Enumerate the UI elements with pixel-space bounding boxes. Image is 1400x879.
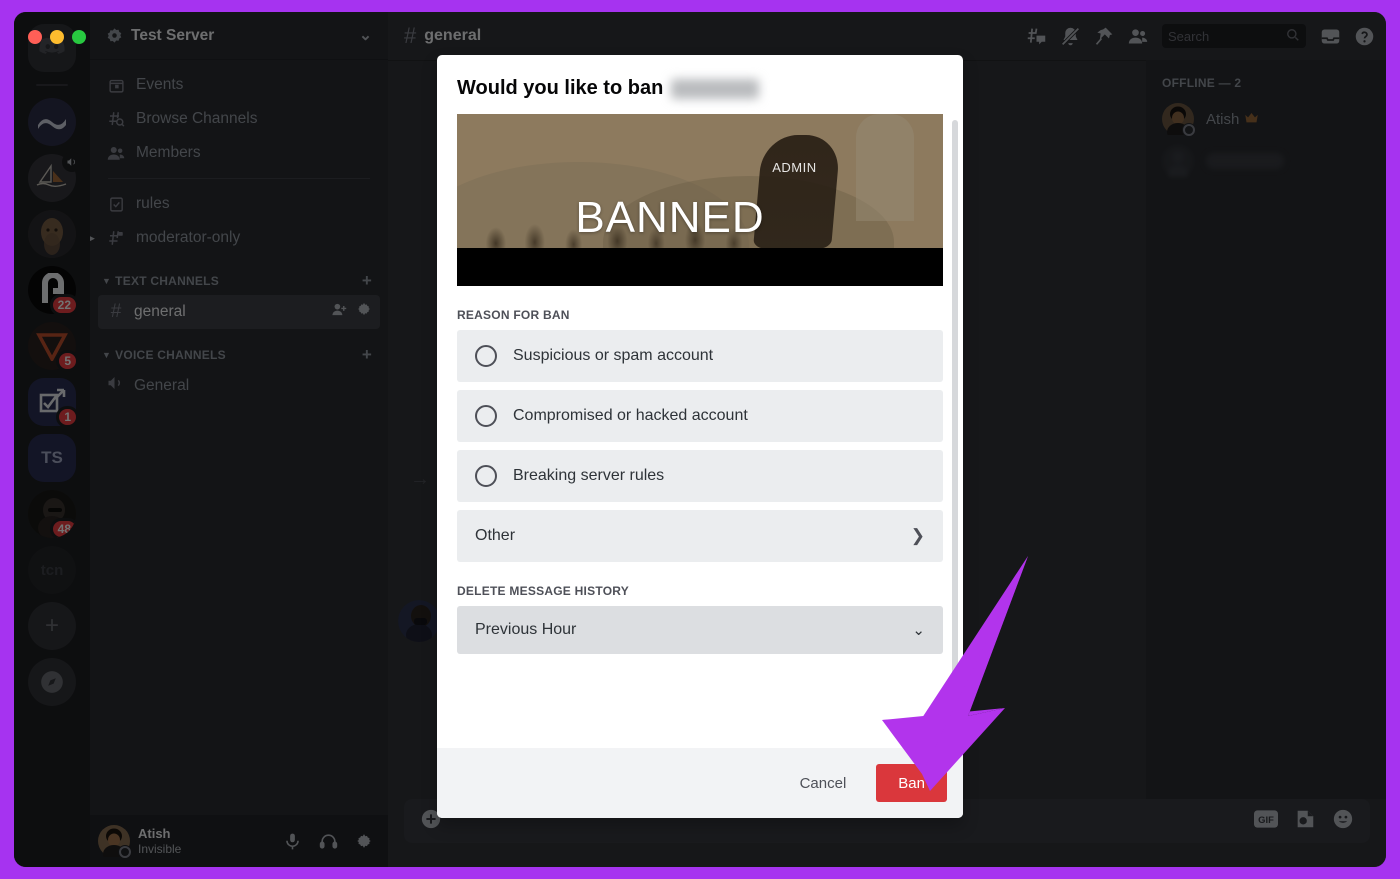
modal-title-text: Would you like to ban [457, 77, 664, 99]
delete-history-value: Previous Hour [475, 621, 577, 638]
delete-history-select[interactable]: Previous Hour ⌄ [457, 606, 943, 654]
modal-scrollbar[interactable] [952, 120, 958, 680]
ban-button[interactable]: Ban [876, 764, 947, 802]
reason-label: Suspicious or spam account [513, 347, 714, 364]
radio-icon[interactable] [475, 405, 497, 427]
reason-label: Breaking server rules [513, 467, 665, 484]
radio-icon[interactable] [475, 465, 497, 487]
banner-admin-label: ADMIN [772, 160, 817, 176]
modal-title: Would you like to ban [437, 55, 963, 114]
banner-banned-text: BANNED [575, 193, 765, 243]
delete-history-label: DELETE MESSAGE HISTORY [457, 584, 629, 598]
radio-icon[interactable] [475, 345, 497, 367]
ban-user-modal: Would you like to ban ADMIN BANNED REASO… [437, 55, 963, 818]
maximize-button[interactable] [72, 30, 86, 44]
chevron-right-icon: ❯ [910, 526, 925, 545]
modal-footer: Cancel Ban [437, 748, 963, 818]
reason-option-other[interactable]: Other ❯ [457, 510, 943, 562]
reason-option-breaking-rules[interactable]: Breaking server rules [457, 450, 943, 502]
modal-body: ADMIN BANNED REASON FOR BAN Suspicious o… [437, 114, 963, 748]
reason-option-compromised[interactable]: Compromised or hacked account [457, 390, 943, 442]
reason-option-suspicious[interactable]: Suspicious or spam account [457, 330, 943, 382]
reason-label: Compromised or hacked account [513, 407, 748, 424]
reason-section-label: REASON FOR BAN [457, 308, 570, 322]
reason-label: Other [475, 527, 516, 544]
discord-window: 22 5 1 TS [14, 12, 1386, 867]
banner-letterbox [457, 248, 943, 286]
banned-banner-image: ADMIN BANNED [457, 114, 943, 286]
banned-username-blurred [671, 78, 760, 99]
annotation-frame: 22 5 1 TS [0, 0, 1400, 879]
cancel-button[interactable]: Cancel [788, 767, 859, 800]
window-controls [28, 30, 86, 44]
minimize-button[interactable] [50, 30, 64, 44]
close-button[interactable] [28, 30, 42, 44]
chevron-down-icon: ⌄ [912, 622, 925, 639]
